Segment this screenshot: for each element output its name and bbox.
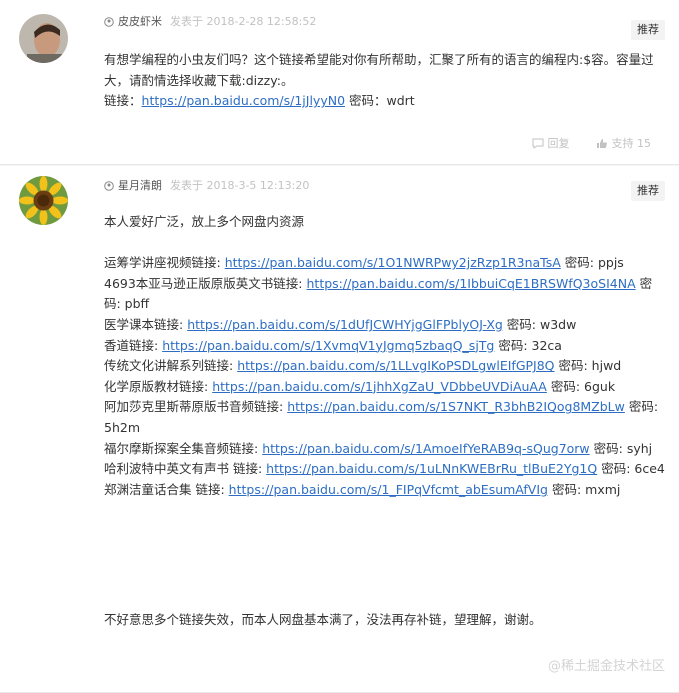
download-link[interactable]: https://pan.baidu.com/s/1AmoeIfYeRAB9q-s… [262,441,589,456]
username[interactable]: 星月清朗 [118,178,162,194]
download-link[interactable]: https://pan.baidu.com/s/1jJlyyN0 [142,93,346,108]
watermark-text: @稀土掘金技术社区 [547,659,665,674]
support-label: 支持 15 [611,137,652,150]
avatar[interactable] [19,176,68,225]
link-label: 链接： [104,93,142,109]
list-item: 传统文化讲解系列链接: https://pan.baidu.com/s/1LLv… [104,356,665,377]
reply-button[interactable]: 回复 [532,135,570,151]
user-icon [104,181,114,191]
download-link[interactable]: https://pan.baidu.com/s/1_FIPqVfcmt_abEs… [229,482,548,497]
password-text: 密码: syhj [589,440,653,456]
list-item: 化学原版教材链接: https://pan.baidu.com/s/1jhhXg… [104,377,665,398]
download-link[interactable]: https://pan.baidu.com/s/1IbbuiCqE1BRSWfQ… [307,276,636,291]
download-link[interactable]: https://pan.baidu.com/s/1O1NWRPwy2jzRzp1… [225,255,561,270]
download-link[interactable]: https://pan.baidu.com/s/1jhhXgZaU_VDbbeU… [212,379,547,394]
post-text: 有想学编程的小虫友们吗？这个链接希望能对你有所帮助，汇聚了所有的语言的编程内:$… [104,52,654,88]
post-content: 有想学编程的小虫友们吗？这个链接希望能对你有所帮助，汇聚了所有的语言的编程内:$… [104,50,665,112]
user-icon [104,17,114,27]
watermark: @稀土掘金技术社区 [548,655,665,674]
list-item: 4693本亚马逊正版原版英文书链接: https://pan.baidu.com… [104,274,665,315]
username[interactable]: 皮皮虾米 [118,14,162,30]
list-item: 哈利波特中英文有声书 链接: https://pan.baidu.com/s/1… [104,459,665,480]
password-text: 密码: hjwd [554,358,622,374]
list-item: 郑渊洁童话合集 链接: https://pan.baidu.com/s/1_FI… [104,480,665,501]
support-button[interactable]: 支持 15 [596,135,652,151]
link-line: 链接：https://pan.baidu.com/s/1jJlyyN0 密码：w… [104,91,665,112]
download-link[interactable]: https://pan.baidu.com/s/1S7NKT_R3bhB2IQo… [287,399,625,414]
post-2: 星月清朗 发表于 2018-3-5 12:13:20 推荐 本人爱好广泛，放上多… [0,166,679,693]
download-link[interactable]: https://pan.baidu.com/s/1XvmqV1yJgmq5zba… [162,338,494,353]
item-label: 福尔摩斯探案全集音频链接: [104,440,263,456]
download-link[interactable]: https://pan.baidu.com/s/1LLvgIKoPSDLgwlE… [237,358,554,373]
item-label: 传统文化讲解系列链接: [104,358,238,374]
download-link[interactable]: https://pan.baidu.com/s/1uLNnKWEBrRu_tlB… [266,461,597,476]
post-time: 发表于 2018-2-28 12:58:52 [170,15,317,28]
item-label: 哈利波特中英文有声书 链接: [104,461,267,477]
recommend-badge: 推荐 [631,181,665,201]
post-meta: 皮皮虾米 发表于 2018-2-28 12:58:52 [104,14,316,30]
item-label: 阿加莎克里斯蒂原版书音频链接: [104,399,288,415]
item-label: 4693本亚马逊正版原版英文书链接: [104,275,307,291]
item-label: 化学原版教材链接: [104,378,213,394]
item-label: 郑渊洁童话合集 链接: [104,481,229,497]
link-list: 运筹学讲座视频链接: https://pan.baidu.com/s/1O1NW… [104,253,665,500]
intro-text: 本人爱好广泛，放上多个网盘内资源 [104,214,305,229]
password-text: 密码: 6ce4 [597,461,665,477]
item-label: 香道链接: [104,337,163,353]
password-text: 密码: mxmj [547,481,621,497]
avatar[interactable] [19,14,68,63]
list-item: 运筹学讲座视频链接: https://pan.baidu.com/s/1O1NW… [104,253,665,274]
password-text: 密码: 6guk [546,378,616,394]
download-link[interactable]: https://pan.baidu.com/s/1dUfJCWHYjgGlFPb… [187,317,503,332]
reply-label: 回复 [547,137,570,150]
post-content: 本人爱好广泛，放上多个网盘内资源 运筹学讲座视频链接: https://pan.… [104,212,665,500]
password-text: 密码：wdrt [345,93,415,109]
post-1: 皮皮虾米 发表于 2018-2-28 12:58:52 推荐 有想学编程的小虫友… [0,0,679,165]
thumbs-up-icon [596,138,607,148]
password-text: 密码: w3dw [502,316,577,332]
item-label: 运筹学讲座视频链接: [104,255,225,271]
password-text: 密码: ppjs [560,255,624,271]
outro-block: 不好意思多个链接失效，而本人网盘基本满了，没法再存补链，望理解，谢谢。 [104,610,665,631]
list-item: 福尔摩斯探案全集音频链接: https://pan.baidu.com/s/1A… [104,439,665,460]
post-meta: 星月清朗 发表于 2018-3-5 12:13:20 [104,178,309,194]
outro-text: 不好意思多个链接失效，而本人网盘基本满了，没法再存补链，望理解，谢谢。 [104,612,542,627]
post-actions: 回复 支持 15 [532,135,652,151]
list-item: 医学课本链接: https://pan.baidu.com/s/1dUfJCWH… [104,315,665,336]
password-text: 密码: 32ca [494,337,562,353]
recommend-badge: 推荐 [631,20,665,40]
reply-icon [532,138,543,149]
item-label: 医学课本链接: [104,316,188,332]
post-time: 发表于 2018-3-5 12:13:20 [170,179,310,192]
list-item: 香道链接: https://pan.baidu.com/s/1XvmqV1yJg… [104,336,665,357]
list-item: 阿加莎克里斯蒂原版书音频链接: https://pan.baidu.com/s/… [104,397,665,438]
